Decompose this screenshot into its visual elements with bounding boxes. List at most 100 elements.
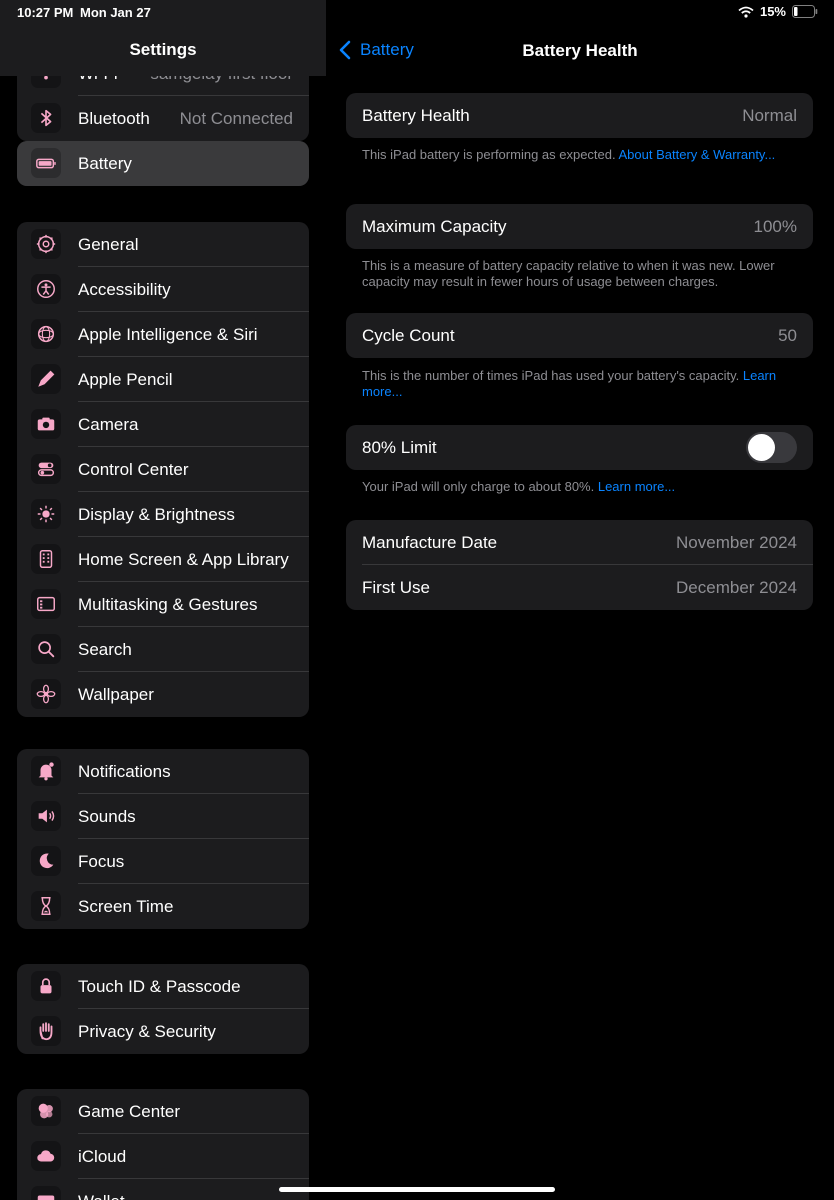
manufacture-date-row: Manufacture Date November 2024 <box>346 520 813 565</box>
sidebar-item-label: Search <box>78 639 132 659</box>
row-value: 50 <box>778 325 797 345</box>
status-date: Mon Jan 27 <box>80 5 151 20</box>
battery-status-icon <box>792 5 818 18</box>
sidebar-item-label: Game Center <box>78 1101 181 1121</box>
game-center-icon <box>31 1096 61 1126</box>
sidebar-item-privacy[interactable]: Privacy & Security <box>17 1009 309 1054</box>
battery-health-row[interactable]: Battery Health Normal <box>346 93 813 138</box>
sidebar-item-notifications[interactable]: Notifications <box>17 749 309 794</box>
flower-icon <box>31 679 61 709</box>
sun-icon <box>31 499 61 529</box>
row-value: November 2024 <box>676 532 797 552</box>
sidebar-item-siri[interactable]: Apple Intelligence & Siri <box>17 312 309 357</box>
sidebar-item-game-center[interactable]: Game Center <box>17 1089 309 1134</box>
sidebar-item-screen-time[interactable]: Screen Time <box>17 884 309 929</box>
security-group: Touch ID & Passcode Privacy & Security <box>17 964 309 1054</box>
sidebar-item-label: Wallpaper <box>78 684 154 704</box>
sidebar-item-touch-id[interactable]: Touch ID & Passcode <box>17 964 309 1009</box>
sidebar-item-bluetooth[interactable]: Bluetooth Not Connected <box>17 96 309 141</box>
sidebar-item-wallpaper[interactable]: Wallpaper <box>17 672 309 717</box>
sidebar-item-label: Home Screen & App Library <box>78 549 289 569</box>
gear-icon <box>31 229 61 259</box>
row-label: First Use <box>362 577 430 597</box>
sidebar-item-multitasking[interactable]: Multitasking & Gestures <box>17 582 309 627</box>
cycle-count-footer: This is the number of times iPad has use… <box>362 368 802 400</box>
search-icon <box>31 634 61 664</box>
sidebar-item-icloud[interactable]: iCloud <box>17 1134 309 1179</box>
sidebar-item-label: Touch ID & Passcode <box>78 976 241 996</box>
charge-limit-toggle[interactable] <box>746 432 797 463</box>
sidebar-item-label: Focus <box>78 851 125 871</box>
sidebar-item-display[interactable]: Display & Brightness <box>17 492 309 537</box>
sidebar-item-home-screen[interactable]: Home Screen & App Library <box>17 537 309 582</box>
sidebar-item-camera[interactable]: Camera <box>17 402 309 447</box>
wifi-status-icon <box>738 6 754 18</box>
page-title: Battery Health <box>522 41 638 60</box>
row-label: 80% Limit <box>362 437 437 457</box>
wallet-icon <box>31 1186 61 1200</box>
sidebar-item-label: iCloud <box>78 1146 127 1166</box>
general-group: General Accessibility Apple Intelligence… <box>17 222 309 717</box>
row-label: Manufacture Date <box>362 532 498 552</box>
sidebar-item-search[interactable]: Search <box>17 627 309 672</box>
control-center-icon <box>31 454 61 484</box>
battery-icon <box>31 148 61 178</box>
sidebar-item-value: Not Connected <box>179 108 293 128</box>
first-use-row: First Use December 2024 <box>346 565 813 610</box>
status-indicators: 15% <box>738 4 818 19</box>
sidebar-item-sounds[interactable]: Sounds <box>17 794 309 839</box>
multitasking-icon <box>31 589 61 619</box>
maximum-capacity-row: Maximum Capacity 100% <box>346 204 813 249</box>
row-value: Normal <box>742 105 797 125</box>
sidebar-item-label: Sounds <box>78 806 136 826</box>
battery-health-pane: 15% Battery Battery Health Battery Healt… <box>326 0 834 1200</box>
sidebar-item-label: Control Center <box>78 459 189 479</box>
footer-text: This iPad battery is performing as expec… <box>362 147 619 162</box>
sidebar-item-label: Display & Brightness <box>78 504 235 524</box>
sidebar-item-general[interactable]: General <box>17 222 309 267</box>
charge-limit-footer: Your iPad will only charge to about 80%.… <box>362 479 802 495</box>
row-value: December 2024 <box>676 577 797 597</box>
row-label: Battery Health <box>362 105 470 125</box>
sidebar-title: Settings <box>129 40 197 59</box>
learn-more-link[interactable]: Learn more... <box>598 479 675 494</box>
row-label: Maximum Capacity <box>362 216 507 236</box>
sidebar-header: 10:27 PM Mon Jan 27 Settings <box>0 0 326 76</box>
hourglass-icon <box>31 891 61 921</box>
sidebar-item-apple-pencil[interactable]: Apple Pencil <box>17 357 309 402</box>
bluetooth-icon <box>31 103 61 133</box>
footer-text: This is the number of times iPad has use… <box>362 368 743 383</box>
navigation-bar: Battery Battery Health <box>326 40 834 62</box>
sidebar-item-control-center[interactable]: Control Center <box>17 447 309 492</box>
camera-icon <box>31 409 61 439</box>
sidebar-item-battery[interactable]: Battery <box>17 141 309 186</box>
home-screen-icon <box>31 544 61 574</box>
hand-icon <box>31 1016 61 1046</box>
moon-icon <box>31 846 61 876</box>
about-battery-link[interactable]: About Battery & Warranty... <box>619 147 776 162</box>
cloud-icon <box>31 1141 61 1171</box>
speaker-icon <box>31 801 61 831</box>
sidebar-item-label: Battery <box>78 153 132 173</box>
sidebar-item-wallet[interactable]: Wallet <box>17 1179 309 1200</box>
sidebar-item-label: Camera <box>78 414 139 434</box>
sidebar-item-accessibility[interactable]: Accessibility <box>17 267 309 312</box>
accessibility-icon <box>31 274 61 304</box>
sidebar-item-focus[interactable]: Focus <box>17 839 309 884</box>
home-indicator[interactable] <box>279 1187 555 1192</box>
row-value: 100% <box>753 216 797 236</box>
sidebar-item-label: General <box>78 234 139 254</box>
sidebar-item-label: Multitasking & Gestures <box>78 594 258 614</box>
sidebar-item-label: Apple Pencil <box>78 369 173 389</box>
notifications-group: Notifications Sounds Focus Screen Time <box>17 749 309 929</box>
sidebar-item-label: Bluetooth <box>78 108 150 128</box>
settings-sidebar: Wi-Fi samgelay first floor Bluetooth Not… <box>0 0 326 1200</box>
row-label: Cycle Count <box>362 325 455 345</box>
charge-limit-card: 80% Limit <box>346 425 813 470</box>
capacity-footer: This is a measure of battery capacity re… <box>362 258 775 289</box>
bell-icon <box>31 756 61 786</box>
battery-health-footer: This iPad battery is performing as expec… <box>362 147 802 163</box>
battery-health-card: Battery Health Normal <box>346 93 813 138</box>
charge-limit-row: 80% Limit <box>346 425 813 470</box>
accounts-group: Game Center iCloud Wallet <box>17 1089 309 1200</box>
